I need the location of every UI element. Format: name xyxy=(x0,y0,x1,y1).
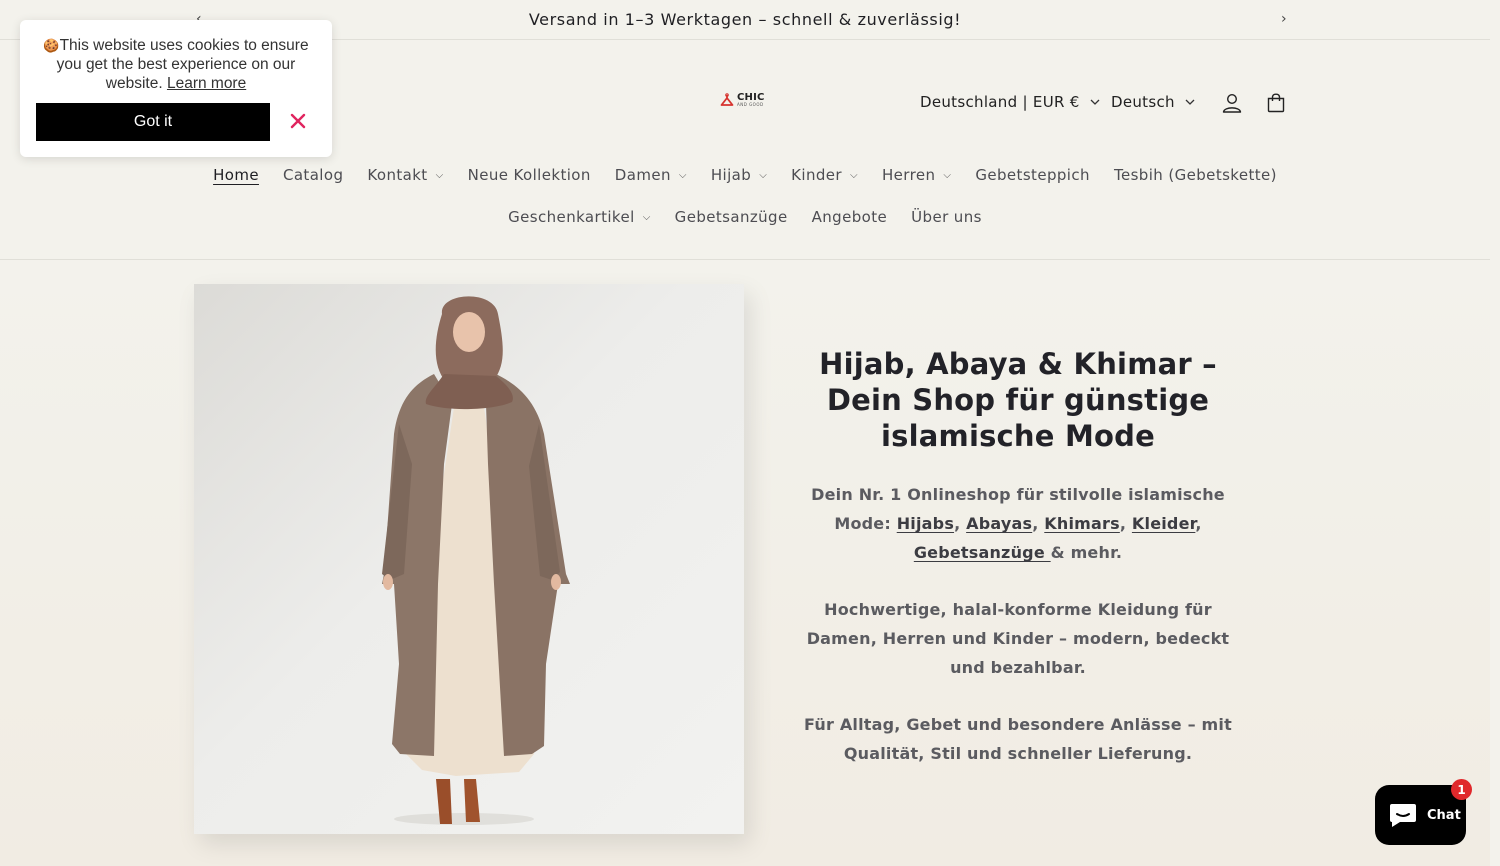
nav-label: Home xyxy=(213,166,259,184)
cookie-accept-button[interactable]: Got it xyxy=(36,103,270,141)
announcement-next-icon[interactable]: › xyxy=(1281,11,1287,27)
nav-label: Hijab xyxy=(710,166,752,184)
country-currency-selector[interactable]: Deutschland | EUR € xyxy=(920,93,1100,111)
hero-paragraph-2: Hochwertige, halal-konforme Kleidung für… xyxy=(806,600,1230,677)
cookie-icon: 🍪 xyxy=(43,38,60,53)
chevron-down-icon: ⌵ xyxy=(759,169,768,181)
language-label: Deutsch xyxy=(1111,93,1175,111)
nav-item-herren[interactable]: Herren ⌵ xyxy=(870,166,963,184)
nav-item-hijab[interactable]: Hijab ⌵ xyxy=(699,166,779,184)
logo-wordmark: CHIC AND GOOD xyxy=(737,93,765,107)
separator: , xyxy=(1195,514,1202,533)
nav-label: Angebote xyxy=(811,208,888,226)
nav-item-damen[interactable]: Damen ⌵ xyxy=(603,166,699,184)
chevron-down-icon xyxy=(1090,99,1100,105)
separator: , xyxy=(1032,514,1045,533)
logo-hanger-icon xyxy=(720,93,734,106)
chevron-down-icon xyxy=(1185,99,1195,105)
chevron-down-icon: ⌵ xyxy=(678,169,687,181)
link-kleider[interactable]: Kleider xyxy=(1132,514,1195,533)
nav-item-gebetsteppich[interactable]: Gebetsteppich xyxy=(963,166,1102,184)
nav-item-catalog[interactable]: Catalog xyxy=(271,166,355,184)
chat-bubble-icon xyxy=(1390,804,1416,827)
nav-item-angebote[interactable]: Angebote xyxy=(800,208,900,226)
link-gebetsanzuege[interactable]: Gebetsanzüge xyxy=(914,543,1051,562)
cookie-message: 🍪This website uses cookies to ensure you… xyxy=(34,36,318,93)
cart-icon[interactable] xyxy=(1264,91,1288,115)
separator: , xyxy=(1119,514,1132,533)
model-figure-illustration xyxy=(382,296,570,825)
nav-label: Geschenkartikel xyxy=(508,208,635,226)
hero-text-block: Hijab, Abaya & Khimar – Dein Shop für gü… xyxy=(800,346,1236,768)
close-icon[interactable] xyxy=(288,111,308,131)
nav-label: Catalog xyxy=(282,166,344,184)
nav-item-home[interactable]: Home xyxy=(201,166,271,184)
announcement-text: Versand in 1–3 Werktagen – schnell & zuv… xyxy=(528,10,962,29)
nav-label: Kinder xyxy=(791,166,842,184)
nav-item-kinder[interactable]: Kinder ⌵ xyxy=(779,166,870,184)
nav-item-neue-kollektion[interactable]: Neue Kollektion xyxy=(456,166,603,184)
chevron-down-icon: ⌵ xyxy=(435,169,444,181)
nav-label: Damen xyxy=(614,166,671,184)
chat-unread-badge: 1 xyxy=(1451,779,1472,800)
separator: , xyxy=(954,514,967,533)
link-hijabs[interactable]: Hijabs xyxy=(897,514,954,533)
main-nav-row-1: Home Catalog Kontakt ⌵ Neue Kollektion Da… xyxy=(0,166,1490,184)
hero-paragraph-3: Für Alltag, Gebet und besondere Anlässe … xyxy=(804,715,1232,763)
link-khimars[interactable]: Khimars xyxy=(1044,514,1120,533)
country-currency-label: Deutschland | EUR € xyxy=(920,93,1080,111)
language-selector[interactable]: Deutsch xyxy=(1111,93,1195,111)
hero-title: Hijab, Abaya & Khimar – Dein Shop für gü… xyxy=(819,347,1217,453)
nav-label: Gebetsteppich xyxy=(975,166,1090,184)
chevron-down-icon: ⌵ xyxy=(642,211,651,223)
nav-item-geschenkartikel[interactable]: Geschenkartikel ⌵ xyxy=(496,208,663,226)
chevron-down-icon: ⌵ xyxy=(850,169,858,181)
nav-label: Über uns xyxy=(911,208,982,226)
nav-item-gebetsanzuege[interactable]: Gebetsanzüge xyxy=(663,208,800,226)
nav-item-ueber-uns[interactable]: Über uns xyxy=(899,208,994,226)
main-nav-row-2: Geschenkartikel ⌵ Gebetsanzüge Angebote Ü… xyxy=(0,208,1490,226)
chevron-down-icon: ⌵ xyxy=(943,169,952,181)
hero-paragraph-1: Dein Nr. 1 Onlineshop für stilvolle isla… xyxy=(800,480,1236,567)
nav-label: Herren xyxy=(881,166,936,184)
hero-product-image xyxy=(194,284,744,834)
store-logo[interactable]: CHIC AND GOOD xyxy=(720,93,765,107)
nav-label: Neue Kollektion xyxy=(467,166,591,184)
nav-label: Kontakt xyxy=(367,166,428,184)
hero-para1-suffix: & mehr. xyxy=(1050,543,1123,562)
link-abayas[interactable]: Abayas xyxy=(966,514,1032,533)
chat-label: Chat xyxy=(1427,807,1461,823)
nav-label: Tesbih (Gebetskette) xyxy=(1113,166,1277,184)
account-icon[interactable] xyxy=(1220,91,1244,115)
nav-item-kontakt[interactable]: Kontakt ⌵ xyxy=(355,166,455,184)
nav-label: Gebetsanzüge xyxy=(674,208,788,226)
cookie-learn-more-link[interactable]: Learn more xyxy=(167,75,246,92)
nav-item-tesbih[interactable]: Tesbih (Gebetskette) xyxy=(1102,166,1289,184)
cookie-banner: 🍪This website uses cookies to ensure you… xyxy=(20,20,332,157)
logo-sub-text: AND GOOD xyxy=(737,102,764,107)
